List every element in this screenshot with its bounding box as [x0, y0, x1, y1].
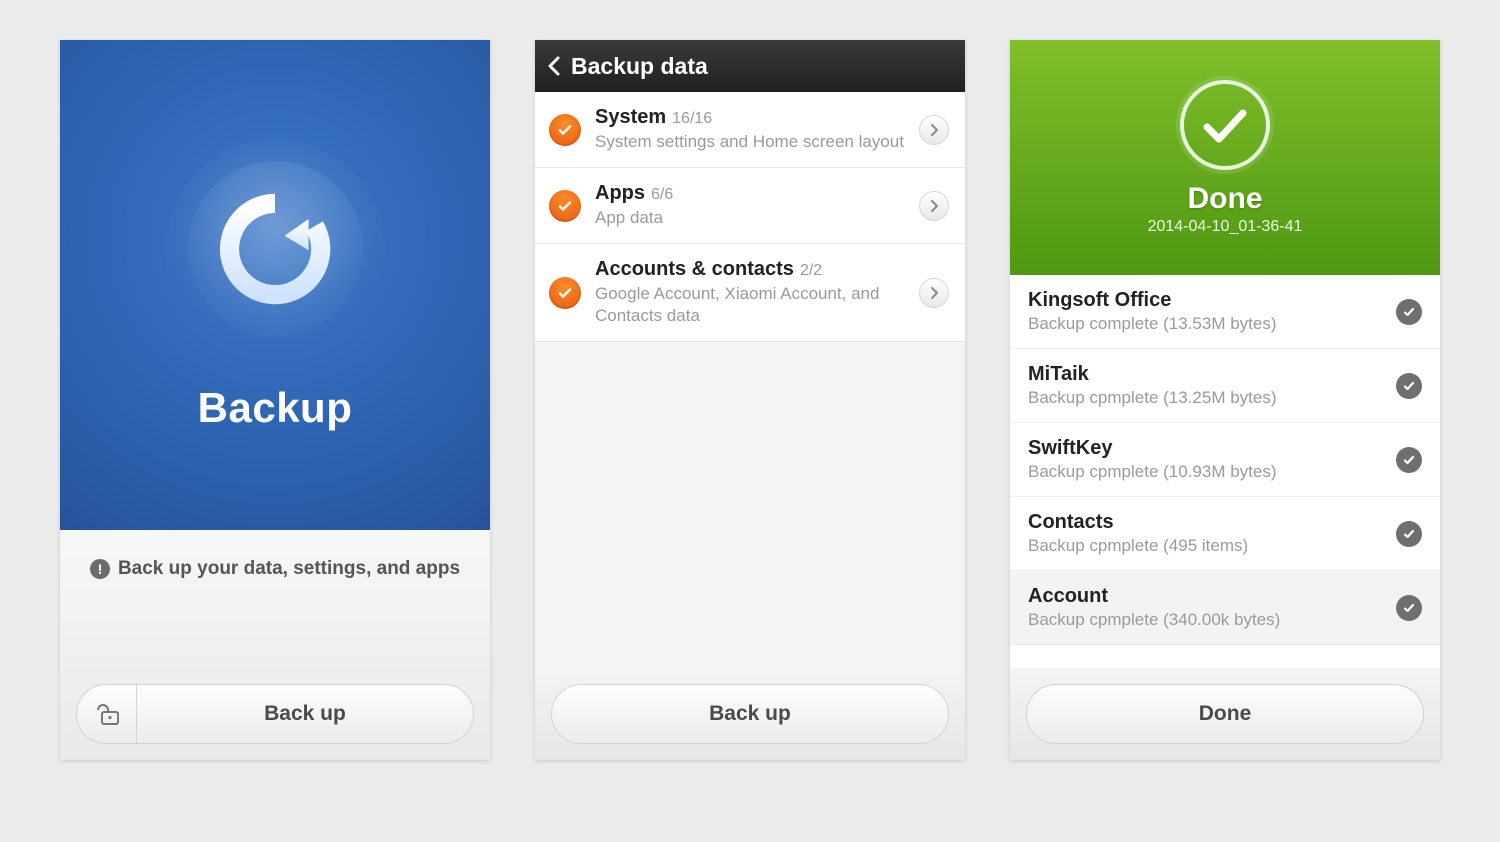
item-desc: System settings and Home screen layout	[595, 131, 905, 153]
header-title: Backup data	[571, 53, 708, 80]
done-timestamp: 2014-04-10_01-36-41	[1148, 218, 1303, 236]
list-item: MiTaik Backup cpmplete (13.25M bytes)	[1010, 349, 1440, 423]
hero-title: Backup	[198, 384, 353, 432]
item-name: Accounts & contacts	[595, 258, 794, 280]
screen-backup-done: Done 2014-04-10_01-36-41 Kingsoft Office…	[1010, 40, 1440, 760]
chevron-right-icon	[929, 286, 939, 300]
backup-button-label: Back up	[709, 702, 791, 726]
item-desc: Backup cpmplete (495 items)	[1028, 536, 1396, 556]
item-desc: App data	[595, 207, 905, 229]
back-button[interactable]	[547, 56, 561, 76]
done-button[interactable]: Done	[1026, 684, 1424, 744]
info-message: Back up your data, settings, and apps	[118, 558, 460, 580]
item-name: Apps	[595, 182, 645, 204]
list-item-text: Accounts & contacts 2/2 Google Account, X…	[595, 258, 905, 327]
success-icon	[1396, 595, 1422, 621]
item-desc: Backup cpmplete (10.93M bytes)	[1028, 462, 1396, 482]
item-name: System	[595, 106, 666, 128]
item-count: 16/16	[672, 110, 712, 127]
list-item: Kingsoft Office Backup complete (13.53M …	[1010, 275, 1440, 349]
backup-logo	[165, 139, 385, 359]
checked-icon[interactable]	[549, 190, 581, 222]
checked-icon[interactable]	[549, 114, 581, 146]
item-name: SwiftKey	[1028, 437, 1396, 460]
info-panel: ! Back up your data, settings, and apps …	[60, 530, 490, 760]
done-button-label: Done	[1199, 702, 1252, 726]
chevron-right-icon	[929, 199, 939, 213]
disclosure-button[interactable]	[919, 191, 949, 221]
checked-icon[interactable]	[549, 277, 581, 309]
list-item-text: Apps 6/6 App data	[595, 182, 905, 229]
item-desc: Backup cpmplete (340.00k bytes)	[1028, 610, 1396, 630]
disclosure-button[interactable]	[919, 115, 949, 145]
category-list: System 16/16 System settings and Home scr…	[535, 92, 965, 342]
backup-button[interactable]: Back up	[136, 684, 474, 744]
chevron-right-icon	[929, 123, 939, 137]
bottom-bar: Back up	[60, 668, 490, 760]
success-icon	[1396, 521, 1422, 547]
screen-backup-intro: Backup ! Back up your data, settings, an…	[60, 40, 490, 760]
done-title: Done	[1188, 182, 1263, 216]
item-name: MiTaik	[1028, 363, 1396, 386]
hero-panel: Backup	[60, 40, 490, 530]
header-bar: Backup data	[535, 40, 965, 92]
list-item[interactable]: Accounts & contacts 2/2 Google Account, X…	[535, 244, 965, 342]
success-icon	[1396, 299, 1422, 325]
success-icon	[1396, 447, 1422, 473]
bottom-bar: Back up	[535, 668, 965, 760]
backup-swirl-icon	[215, 189, 335, 309]
item-count: 2/2	[800, 262, 822, 279]
result-list: Kingsoft Office Backup complete (13.53M …	[1010, 275, 1440, 668]
backup-button-label: Back up	[264, 702, 346, 726]
chevron-left-icon	[547, 56, 561, 76]
item-name: Contacts	[1028, 511, 1396, 534]
screen-backup-data: Backup data System 16/16 System settings …	[535, 40, 965, 760]
info-icon: !	[90, 559, 110, 579]
item-name: Kingsoft Office	[1028, 289, 1396, 312]
disclosure-button[interactable]	[919, 278, 949, 308]
done-check-icon	[1180, 80, 1270, 170]
list-item: SwiftKey Backup cpmplete (10.93M bytes)	[1010, 423, 1440, 497]
bottom-bar: Done	[1010, 668, 1440, 760]
lock-button[interactable]	[76, 684, 136, 744]
item-desc: Backup complete (13.53M bytes)	[1028, 314, 1396, 334]
list-item: Account Backup cpmplete (340.00k bytes)	[1010, 571, 1440, 645]
list-item: Contacts Backup cpmplete (495 items)	[1010, 497, 1440, 571]
item-name: Account	[1028, 585, 1396, 608]
list-item[interactable]: Apps 6/6 App data	[535, 168, 965, 244]
list-item-text: System 16/16 System settings and Home scr…	[595, 106, 905, 153]
item-desc: Google Account, Xiaomi Account, and Cont…	[595, 283, 905, 327]
list-item[interactable]: System 16/16 System settings and Home scr…	[535, 92, 965, 168]
item-desc: Backup cpmplete (13.25M bytes)	[1028, 388, 1396, 408]
success-icon	[1396, 373, 1422, 399]
item-count: 6/6	[651, 186, 673, 203]
done-hero: Done 2014-04-10_01-36-41	[1010, 40, 1440, 275]
info-message-row: ! Back up your data, settings, and apps	[60, 530, 490, 580]
unlock-icon	[94, 703, 120, 725]
backup-button[interactable]: Back up	[551, 684, 949, 744]
